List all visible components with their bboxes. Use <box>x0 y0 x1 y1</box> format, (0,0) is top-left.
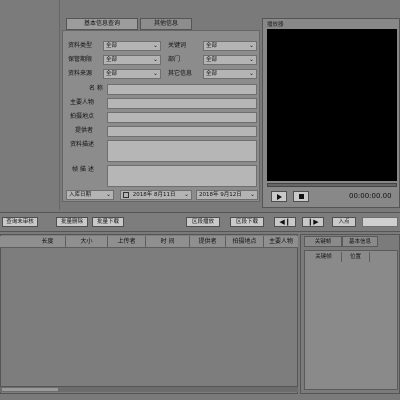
select-value: 全部 <box>106 43 118 49</box>
progress-slider[interactable] <box>267 183 397 187</box>
checkbox-icon[interactable] <box>123 191 129 198</box>
next-frame-button[interactable]: ❙▶ <box>302 217 324 227</box>
chevron-down-icon: ⌄ <box>152 42 158 49</box>
batch-delete-button[interactable]: 批量删除 <box>56 217 88 227</box>
column-header-location[interactable]: 拍摄地点 <box>226 236 264 248</box>
tab-basic-info[interactable]: 基本信息 <box>342 236 378 247</box>
provider-input[interactable] <box>107 126 257 137</box>
stop-icon <box>298 194 304 199</box>
select-keyword[interactable]: 全部 ⌄ <box>203 41 257 51</box>
column-header-time[interactable]: 时 间 <box>146 236 190 248</box>
select-value: 全部 <box>106 71 118 77</box>
results-table <box>0 234 298 394</box>
shoot-location-input[interactable] <box>107 112 257 123</box>
batch-download-button[interactable]: 批量下载 <box>92 217 124 227</box>
label-retention: 保管期限 <box>68 56 93 63</box>
select-department[interactable]: 全部 ⌄ <box>203 55 257 65</box>
chevron-down-icon: ⌄ <box>105 191 111 198</box>
select-value: 全部 <box>106 57 118 63</box>
select-other-info[interactable]: 全部 ⌄ <box>203 69 257 79</box>
name-input[interactable] <box>107 84 257 95</box>
horizontal-scrollbar[interactable] <box>0 386 298 392</box>
segment-download-button[interactable]: 区段下载 <box>230 217 264 227</box>
label-provider: 提供者 <box>75 127 94 134</box>
label-shoot-location: 拍摄地点 <box>70 113 95 120</box>
column-header-provider[interactable]: 提供者 <box>190 236 226 248</box>
column-header-main-person[interactable]: 主要人物 <box>264 236 298 248</box>
next-frame-icon: ❙▶ <box>307 218 319 226</box>
label-main-person: 主要人物 <box>70 99 95 106</box>
left-empty-panel <box>0 0 60 210</box>
keyframe-column-keyframe[interactable]: 关键帧 <box>306 252 342 262</box>
play-button[interactable] <box>271 191 287 202</box>
keyframe-column-position[interactable]: 位置 <box>342 252 370 262</box>
tab-basic-query[interactable]: 基本信息查询 <box>66 18 138 30</box>
chevron-down-icon: ⌄ <box>152 56 158 63</box>
chevron-down-icon: ⌄ <box>248 70 254 77</box>
stop-button[interactable] <box>293 191 309 202</box>
chevron-down-icon: ⌄ <box>248 56 254 63</box>
scrollbar-thumb[interactable] <box>2 388 58 391</box>
video-panel: 播放器 00:00:00.00 <box>262 18 400 208</box>
label-material-type: 资料类型 <box>68 42 93 49</box>
column-header-uploader[interactable]: 上传者 <box>108 236 146 248</box>
frame-description-input[interactable] <box>107 165 257 187</box>
select-value: 入库日期 <box>69 192 92 198</box>
select-value: 全部 <box>206 57 218 63</box>
label-keyword: 关键词 <box>168 42 187 49</box>
video-panel-title: 播放器 <box>267 22 284 28</box>
label-description: 资料描述 <box>70 141 95 148</box>
prev-frame-button[interactable]: ◀❙ <box>274 217 296 227</box>
select-value: 全部 <box>206 43 218 49</box>
date-from-picker[interactable]: 2018年 8月11日 ⌄ <box>120 190 192 200</box>
tab-other-info[interactable]: 其他信息 <box>140 18 192 30</box>
description-input[interactable] <box>107 140 257 162</box>
label-department: 部门 <box>168 56 181 63</box>
prev-frame-icon: ◀❙ <box>279 218 291 226</box>
timecode-display: 00:00:00.00 <box>349 192 392 200</box>
select-retention[interactable]: 全部 ⌄ <box>103 55 161 65</box>
label-frame-description: 帧 描 述 <box>72 166 94 173</box>
tab-keyframe[interactable]: 关键帧 <box>304 236 342 247</box>
date-from-value: 2018年 8月11日 <box>132 192 176 198</box>
column-header-length[interactable]: 长度 <box>30 236 66 248</box>
select-value: 全部 <box>206 71 218 77</box>
date-to-picker[interactable]: 2018年 9月12日 ⌄ <box>196 190 258 200</box>
video-screen[interactable] <box>267 29 397 181</box>
main-person-input[interactable] <box>107 98 257 109</box>
label-name: 名 称 <box>89 85 103 92</box>
label-source: 资料来源 <box>68 70 93 77</box>
date-to-value: 2018年 9月12日 <box>199 192 242 198</box>
select-source[interactable]: 全部 ⌄ <box>103 69 161 79</box>
chevron-down-icon: ⌄ <box>248 42 254 49</box>
search-form-panel: 资料类型 全部 ⌄ 关键词 全部 ⌄ 保管期限 全部 ⌄ 部门 全部 ⌄ 资料来… <box>62 30 260 202</box>
query-unreviewed-button[interactable]: 查询未审核 <box>2 217 38 227</box>
segment-play-button[interactable]: 区段播放 <box>186 217 220 227</box>
label-other-info: 其它信息 <box>168 70 193 77</box>
column-header-size[interactable]: 大小 <box>66 236 108 248</box>
in-point-input[interactable] <box>362 217 398 227</box>
chevron-down-icon: ⌄ <box>183 191 189 198</box>
select-material-type[interactable]: 全部 ⌄ <box>103 41 161 51</box>
in-point-button[interactable]: 入点 <box>332 217 356 227</box>
chevron-down-icon: ⌄ <box>249 191 255 198</box>
keyframe-list <box>304 250 398 390</box>
play-icon <box>276 194 282 200</box>
date-type-select[interactable]: 入库日期 ⌄ <box>66 190 114 200</box>
chevron-down-icon: ⌄ <box>152 70 158 77</box>
